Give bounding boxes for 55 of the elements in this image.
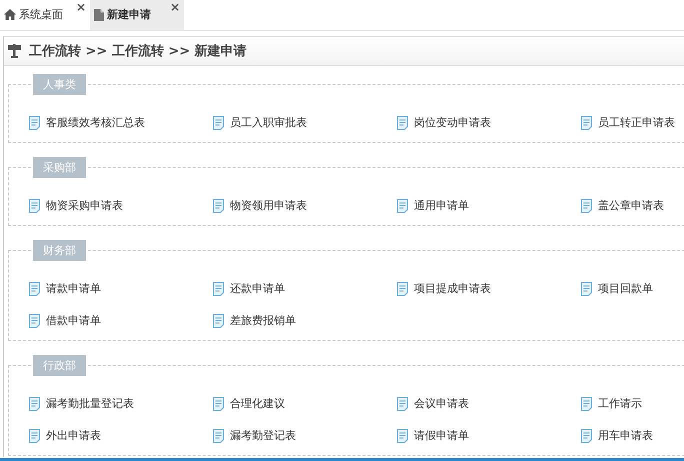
form-link[interactable]: 还款申请单 [213, 281, 397, 296]
group-title: 人事类 [33, 74, 86, 95]
form-icon [29, 282, 40, 296]
form-link[interactable]: 项目提成申请表 [397, 281, 581, 296]
breadcrumb: 工作流转 >> 工作流转 >> 新建申请 [29, 42, 247, 60]
form-icon [213, 396, 224, 410]
form-icon [29, 428, 40, 442]
signpost-icon [8, 44, 21, 58]
form-link[interactable]: 漏考勤登记表 [213, 428, 397, 443]
form-icon [29, 198, 40, 212]
form-icon [213, 314, 224, 328]
form-link[interactable]: 合理化建议 [213, 396, 397, 411]
form-link[interactable]: 外出申请表 [29, 428, 213, 443]
form-icon [29, 396, 40, 410]
group-title: 采购部 [33, 157, 86, 178]
form-link[interactable]: 用车申请表 [581, 428, 684, 443]
form-icon [29, 314, 40, 328]
form-link[interactable]: 客服绩效考核汇总表 [29, 115, 213, 130]
form-icon [213, 116, 224, 130]
form-link[interactable]: 物资领用申请表 [213, 198, 397, 213]
form-icon [581, 116, 592, 130]
document-icon [94, 9, 104, 21]
form-icon [213, 282, 224, 296]
tab[interactable]: 新建申请 × [90, 0, 184, 30]
form-link[interactable]: 盖公章申请表 [581, 198, 684, 213]
form-icon [397, 116, 408, 130]
form-link[interactable]: 差旅费报销单 [213, 313, 397, 328]
form-icon [397, 428, 408, 442]
form-icon [213, 428, 224, 442]
form-icon [213, 198, 224, 212]
group-title: 行政部 [33, 355, 86, 376]
form-link[interactable]: 工作请示 [581, 396, 684, 411]
group-title: 财务部 [33, 240, 86, 261]
home-icon [4, 9, 16, 20]
form-icon [581, 282, 592, 296]
form-link[interactable]: 会议申请表 [397, 396, 581, 411]
close-icon[interactable]: × [76, 0, 86, 14]
form-link[interactable]: 岗位变动申请表 [397, 115, 581, 130]
close-icon[interactable]: × [170, 0, 180, 14]
form-link[interactable]: 项目回款单 [581, 281, 684, 296]
form-icon [581, 198, 592, 212]
form-icon [581, 428, 592, 442]
form-icon [397, 396, 408, 410]
form-link[interactable]: 借款申请单 [29, 313, 213, 328]
form-icon [29, 116, 40, 130]
form-link[interactable]: 员工转正申请表 [581, 115, 684, 130]
form-link[interactable]: 请假申请单 [397, 428, 581, 443]
form-icon [581, 396, 592, 410]
form-link[interactable]: 物资采购申请表 [29, 198, 213, 213]
form-link[interactable]: 通用申请单 [397, 198, 581, 213]
form-link[interactable]: 漏考勤批量登记表 [29, 396, 213, 411]
form-link[interactable]: 请款申请单 [29, 281, 213, 296]
form-icon [397, 198, 408, 212]
form-icon [397, 282, 408, 296]
form-link[interactable]: 员工入职审批表 [213, 115, 397, 130]
